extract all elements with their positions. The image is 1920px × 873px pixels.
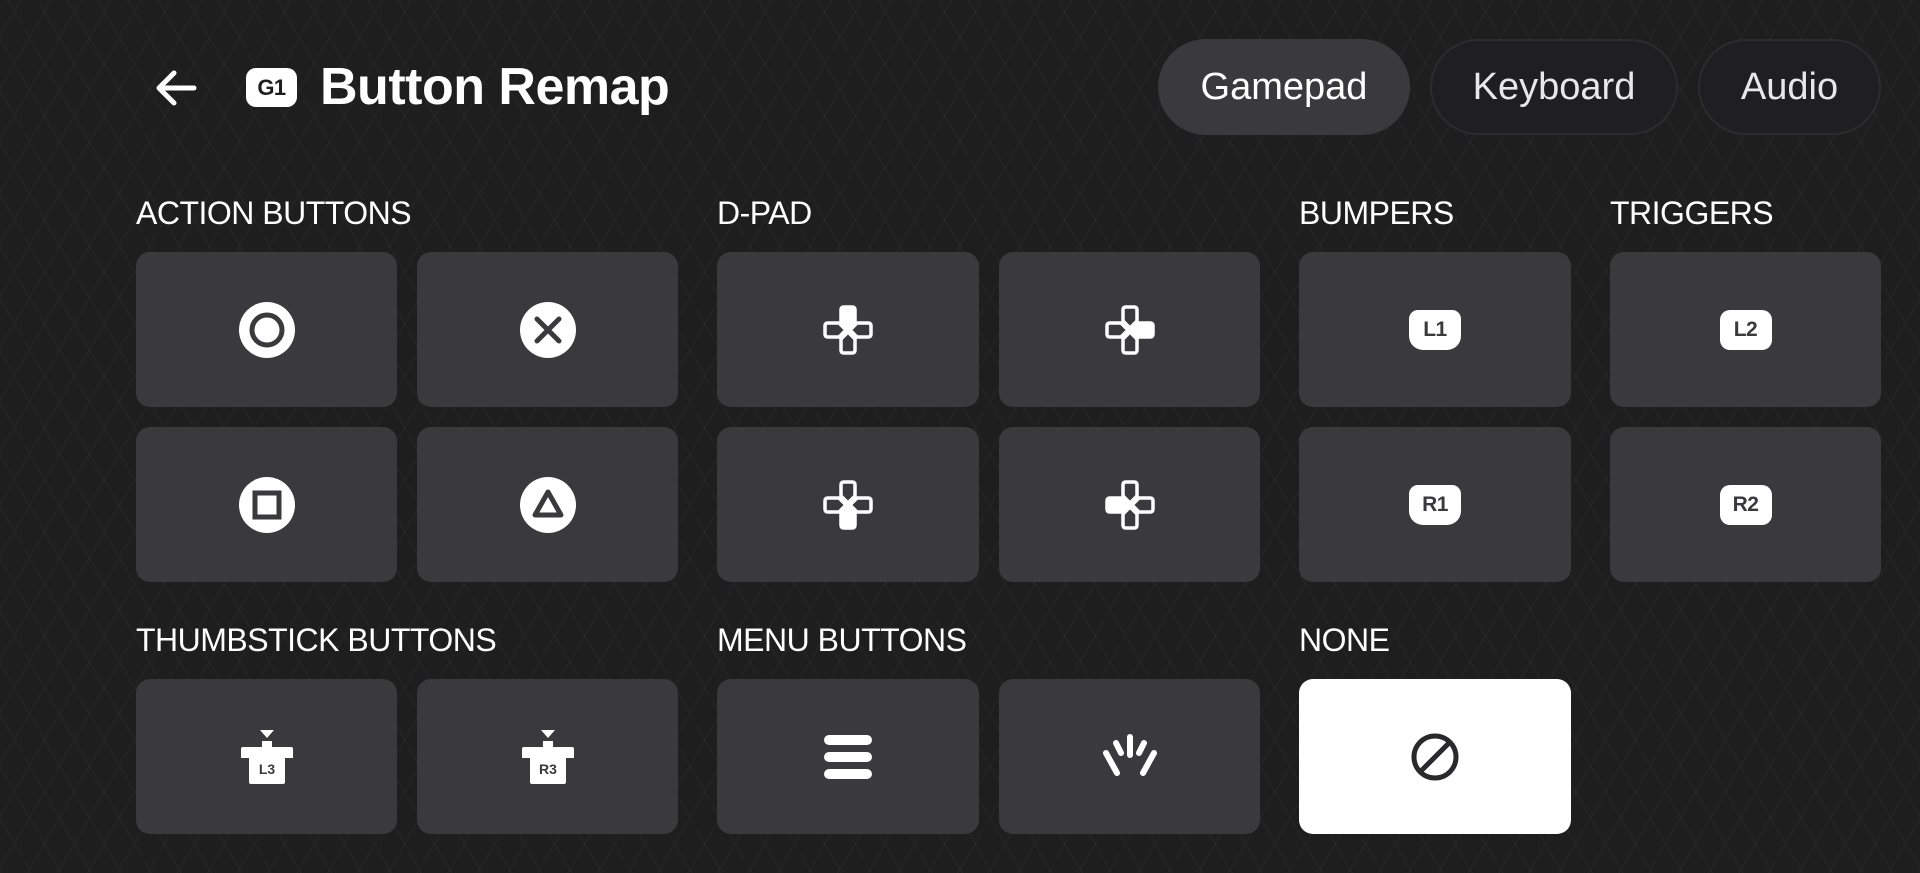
- l3-thumbstick-tile[interactable]: L3: [136, 679, 397, 834]
- r2-trigger-icon: R2: [1719, 484, 1772, 525]
- circle-button-icon: [238, 301, 295, 358]
- r1-bumper-tile[interactable]: R1: [1299, 427, 1571, 582]
- triangle-button-icon: [519, 476, 576, 533]
- section-label-triggers: TRIGGERS: [1610, 195, 1774, 231]
- header-bar: G1 Button Remap Gamepad Keyboard Audio: [0, 0, 1920, 176]
- prohibited-icon: [1411, 733, 1459, 780]
- share-button-tile[interactable]: [999, 679, 1260, 834]
- device-badge: G1: [246, 68, 297, 107]
- triangle-button-tile[interactable]: [417, 427, 678, 582]
- l3-thumbstick-icon: L3: [240, 729, 293, 784]
- dpad-up-tile[interactable]: [717, 252, 979, 407]
- section-label-bumpers: BUMPERS: [1299, 195, 1454, 231]
- l2-trigger-tile[interactable]: L2: [1610, 252, 1881, 407]
- dpad-down-tile[interactable]: [717, 427, 979, 582]
- tab-gamepad[interactable]: Gamepad: [1158, 39, 1410, 135]
- arrow-left-icon: [156, 70, 197, 106]
- r1-bumper-icon: R1: [1409, 484, 1461, 525]
- tab-keyboard[interactable]: Keyboard: [1430, 39, 1678, 135]
- l2-trigger-icon: L2: [1719, 309, 1772, 350]
- dpad-left-icon: [1104, 479, 1155, 530]
- l1-bumper-icon: L1: [1409, 309, 1461, 350]
- share-button-icon: [1102, 733, 1157, 776]
- r3-thumbstick-tile[interactable]: R3: [417, 679, 678, 834]
- l3-label: L3: [258, 761, 275, 777]
- r3-thumbstick-icon: R3: [521, 729, 574, 784]
- section-label-action-buttons: ACTION BUTTONS: [136, 195, 412, 231]
- cross-button-icon: [519, 301, 576, 358]
- menu-hamburger-icon: [824, 734, 872, 779]
- none-option-tile[interactable]: [1299, 679, 1571, 834]
- back-button[interactable]: [144, 62, 208, 114]
- section-label-menu: MENU BUTTONS: [717, 622, 967, 658]
- dpad-down-icon: [823, 479, 873, 530]
- section-label-none: NONE: [1299, 622, 1390, 658]
- page-title: Button Remap: [320, 58, 670, 116]
- r2-trigger-tile[interactable]: R2: [1610, 427, 1881, 582]
- dpad-up-icon: [823, 304, 873, 355]
- dpad-right-tile[interactable]: [999, 252, 1260, 407]
- section-label-thumbstick: THUMBSTICK BUTTONS: [136, 622, 497, 658]
- tab-audio[interactable]: Audio: [1698, 39, 1881, 135]
- menu-button-tile[interactable]: [717, 679, 979, 834]
- dpad-left-tile[interactable]: [999, 427, 1260, 582]
- square-button-tile[interactable]: [136, 427, 397, 582]
- circle-button-tile[interactable]: [136, 252, 397, 407]
- r3-label: R3: [539, 761, 557, 777]
- cross-button-tile[interactable]: [417, 252, 678, 407]
- square-button-icon: [238, 476, 295, 533]
- dpad-right-icon: [1104, 304, 1155, 355]
- section-label-dpad: D-PAD: [717, 195, 812, 231]
- l1-bumper-tile[interactable]: L1: [1299, 252, 1571, 407]
